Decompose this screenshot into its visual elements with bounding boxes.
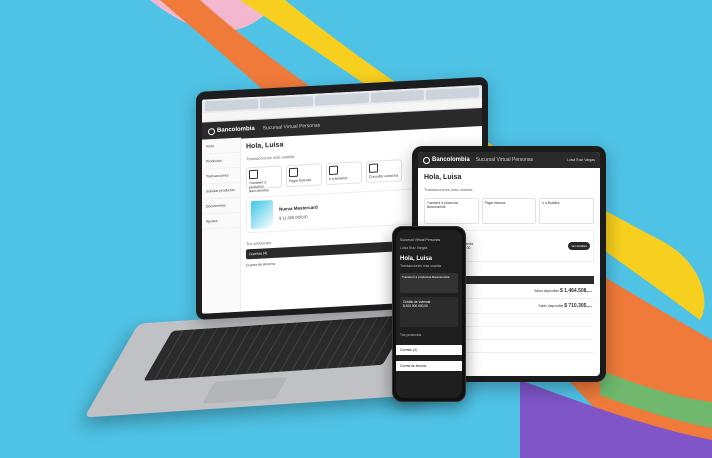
brand-name: Bancolombia [432,157,470,163]
shortcut-cards: Transferir a productos Bancolombia Pagar… [424,198,595,224]
shortcut-card-pockets[interactable]: Ir a Bolsillos [326,161,362,186]
statement-icon [369,163,378,173]
browser-tab[interactable] [205,98,259,112]
portal-title: Sucursal Virtual Personas [262,122,321,132]
products-title: Tus productos [400,333,422,337]
shortcut-card-statements[interactable]: Consultar extractos [366,159,402,184]
user-name[interactable]: Luisa Ruiz Vargas [567,158,595,162]
keyboard [143,314,412,381]
account-item[interactable]: Cuenta de ahorros [396,361,462,371]
tablet-header: Bancolombia Sucursal Virtual Personas Lu… [418,152,600,168]
balance-label: Saldo disponible [534,289,560,293]
greeting: Hola, Luisa [400,256,433,262]
user-name[interactable]: Luisa Ruiz Vargas [396,244,462,252]
greeting: Hola, Luisa [424,174,462,181]
promo-value: $ 400.000.000,00 [403,304,428,308]
shortcut-card-bills[interactable]: Pagar facturas [481,198,537,224]
brand-logo[interactable]: Bancolombia [423,156,470,164]
frequent-title: Transacciones más usadas [400,264,442,268]
trackpad [202,376,288,404]
browser-tab[interactable] [260,95,314,109]
accounts-header[interactable]: Cuentas (4) [396,345,462,355]
portal-title: Sucursal Virtual Personas [475,157,534,163]
balance-label: Saldo disponible [538,304,564,308]
sidebar: Inicio Productos Transacciones Solicitar… [202,137,241,314]
details-button[interactable]: Ver detalles [568,242,590,250]
balance-value: $ 710.305,... [564,303,592,309]
balance-value: $ 1.464.508,... [560,288,592,294]
phone: Sucursal Virtual Personas Luisa Ruiz Var… [392,226,466,402]
promo-title: Nueva Mastercard [279,204,318,212]
promo-value: $ 11.000.000,00 [279,214,308,221]
marketing-scene: Bancolombia Sucursal Virtual Personas In… [0,0,712,458]
transfer-icon [249,169,258,180]
frequent-title: Transacciones más usadas [424,187,473,192]
bancolombia-logo-icon [208,127,215,135]
card-label: Consultar extractos [369,173,399,179]
brand-logo[interactable]: Bancolombia [208,125,255,135]
shortcut-card-bills[interactable]: Pagar facturas [286,163,322,188]
phone-display: Sucursal Virtual Personas Luisa Ruiz Var… [396,230,462,398]
phone-header: Sucursal Virtual Personas [400,238,441,242]
bancolombia-logo-icon [423,156,430,164]
card-label: Pagar facturas [289,177,312,184]
sidebar-item-ajustes[interactable]: Ajustes [202,212,240,230]
browser-tab[interactable] [425,87,480,100]
shortcut-card-transfer[interactable]: Transferir a productos Bancolombia [424,198,479,224]
shortcut-card-pockets[interactable]: Ir a Bolsillos [539,198,595,224]
shortcut-card-transfer[interactable]: Transferir a productos Bancolombia [246,165,282,193]
card-label: Ir a Bolsillos [329,176,348,182]
browser-tab[interactable] [315,92,369,106]
browser-tab[interactable] [370,90,424,103]
brand-name: Bancolombia [217,125,255,134]
shortcut-card-transfer[interactable]: Transferir a productos Bancolombia [400,273,458,293]
bill-icon [289,167,298,178]
promo-banner[interactable]: Crédito de vivienda $ 400.000.000,00 [400,297,458,327]
credit-card-image [251,199,273,230]
pocket-icon [329,165,338,176]
card-label: Transferir a productos Bancolombia [249,180,269,194]
